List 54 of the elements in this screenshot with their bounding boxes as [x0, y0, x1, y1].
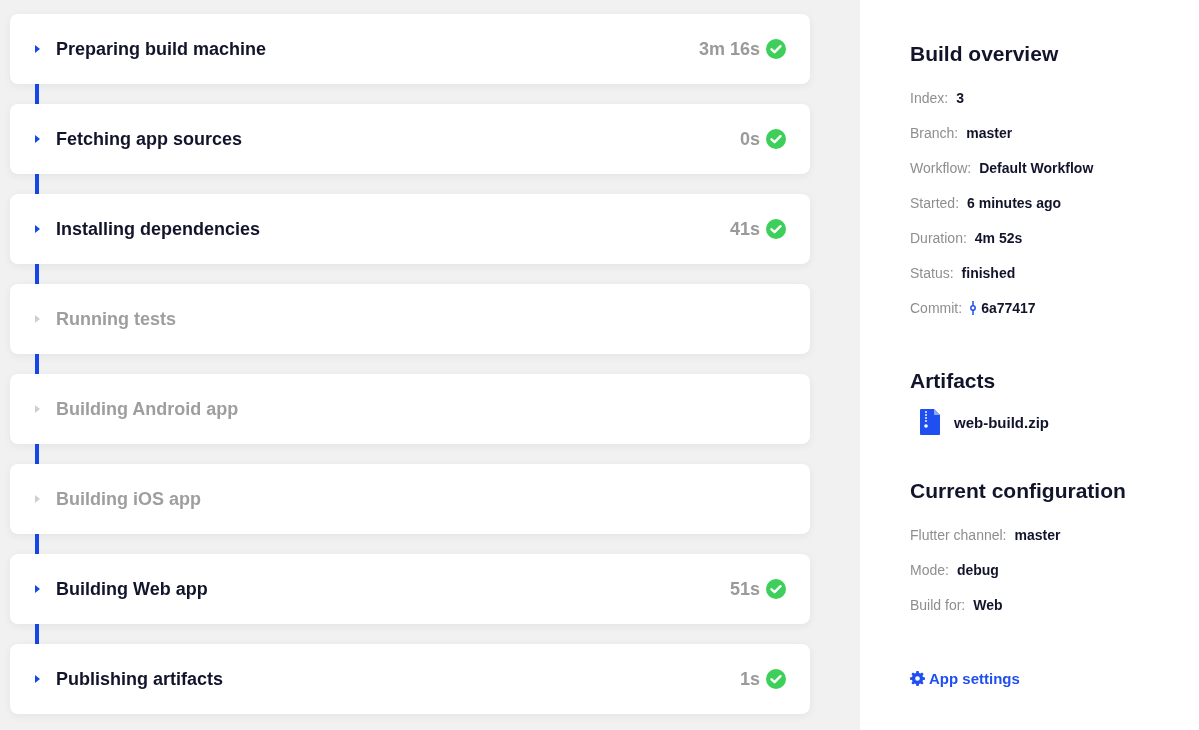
- field-label: Index:: [910, 89, 949, 106]
- field-label: Flutter channel:: [910, 526, 1007, 543]
- caret-icon: [35, 135, 40, 143]
- field-value: master: [1014, 526, 1061, 543]
- field-value: 4m 52s: [974, 229, 1023, 246]
- zip-file-icon: [920, 409, 940, 435]
- field-label: Branch:: [910, 124, 959, 141]
- caret-icon: [35, 45, 40, 53]
- field-label: Started:: [910, 194, 960, 211]
- section-heading: Current configuration: [910, 479, 1127, 503]
- settings-icon: [910, 671, 925, 686]
- step-duration: 3m 16s: [698, 38, 760, 60]
- step-duration: 51s: [729, 578, 760, 600]
- field-value: Web: [973, 596, 1003, 613]
- field-value: 6 minutes ago: [967, 194, 1062, 211]
- step-title: Building Web app: [56, 578, 209, 600]
- step-title: Fetching app sources: [56, 128, 244, 150]
- artifact-link[interactable]: web-build.zip: [954, 413, 1049, 431]
- build-step-card[interactable]: Installing dependencies 41s: [10, 194, 810, 264]
- field-value: Default Workflow: [979, 159, 1094, 176]
- step-title: Publishing artifacts: [56, 668, 225, 690]
- step-duration: 41s: [729, 218, 760, 240]
- field-value: finished: [961, 264, 1016, 281]
- commit-icon: [970, 300, 977, 315]
- caret-icon: [35, 585, 40, 593]
- section-heading: Build overview: [910, 42, 1060, 66]
- step-title: Building iOS app: [56, 488, 202, 510]
- field-label: Mode:: [910, 561, 949, 578]
- field-value: master: [966, 124, 1013, 141]
- caret-icon: [35, 405, 40, 413]
- app-settings-link[interactable]: App settings: [910, 670, 1020, 687]
- caret-icon: [35, 495, 40, 503]
- field-value: 6a77417: [981, 299, 1036, 316]
- caret-icon: [35, 315, 40, 323]
- build-step-card[interactable]: Preparing build machine 3m 16s: [10, 14, 810, 84]
- build-step-card[interactable]: Building Web app 51s: [10, 554, 810, 624]
- field-value: 3: [956, 89, 964, 106]
- field-label: Workflow:: [910, 159, 972, 176]
- field-label: Status:: [910, 264, 954, 281]
- step-title: Building Android app: [56, 398, 240, 420]
- field-label: Duration:: [910, 229, 967, 246]
- section-heading: Artifacts: [910, 369, 997, 393]
- field-value: debug: [956, 561, 999, 578]
- field-label: Commit:: [910, 299, 963, 316]
- caret-icon: [35, 675, 40, 683]
- build-step-card[interactable]: Publishing artifacts 1s: [10, 644, 810, 714]
- step-title: Running tests: [56, 308, 177, 330]
- step-title: Installing dependencies: [56, 218, 262, 240]
- step-title: Preparing build machine: [56, 38, 268, 60]
- step-duration: 0s: [739, 128, 760, 150]
- build-step-card[interactable]: Fetching app sources 0s: [10, 104, 810, 174]
- field-label: Build for:: [910, 596, 966, 613]
- caret-icon: [35, 225, 40, 233]
- step-duration: 1s: [739, 668, 760, 690]
